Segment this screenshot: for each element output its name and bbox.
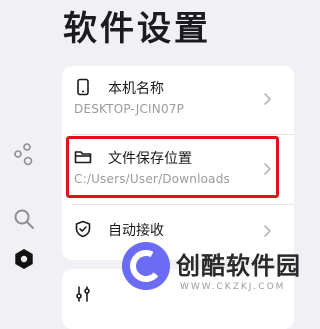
device-name-row[interactable]: 本机名称 DESKTOP-JCIN07P xyxy=(62,66,294,130)
chevron-right-icon xyxy=(262,92,272,106)
phone-icon xyxy=(74,78,92,96)
divider xyxy=(72,134,294,135)
watermark-title: 创酷软件园 xyxy=(176,252,301,280)
settings-icon[interactable] xyxy=(12,247,36,271)
device-name-value: DESKTOP-JCIN07P xyxy=(74,102,185,116)
sliders-icon xyxy=(74,285,92,303)
device-name-label: 本机名称 xyxy=(108,81,164,97)
page-title: 软件设置 xyxy=(63,9,211,49)
search-icon[interactable] xyxy=(12,207,36,231)
auto-receive-label: 自动接收 xyxy=(108,223,164,239)
watermark-logo-icon xyxy=(120,240,172,292)
share-icon[interactable] xyxy=(12,142,36,166)
highlight-box xyxy=(66,136,279,198)
watermark-subtitle: WWW.CKZKJ.COM xyxy=(180,282,286,292)
shield-check-icon xyxy=(74,220,92,238)
watermark: 创酷软件园 WWW.CKZKJ.COM xyxy=(120,240,300,319)
left-rail xyxy=(0,0,50,319)
divider xyxy=(72,204,294,205)
chevron-right-icon xyxy=(262,224,272,238)
